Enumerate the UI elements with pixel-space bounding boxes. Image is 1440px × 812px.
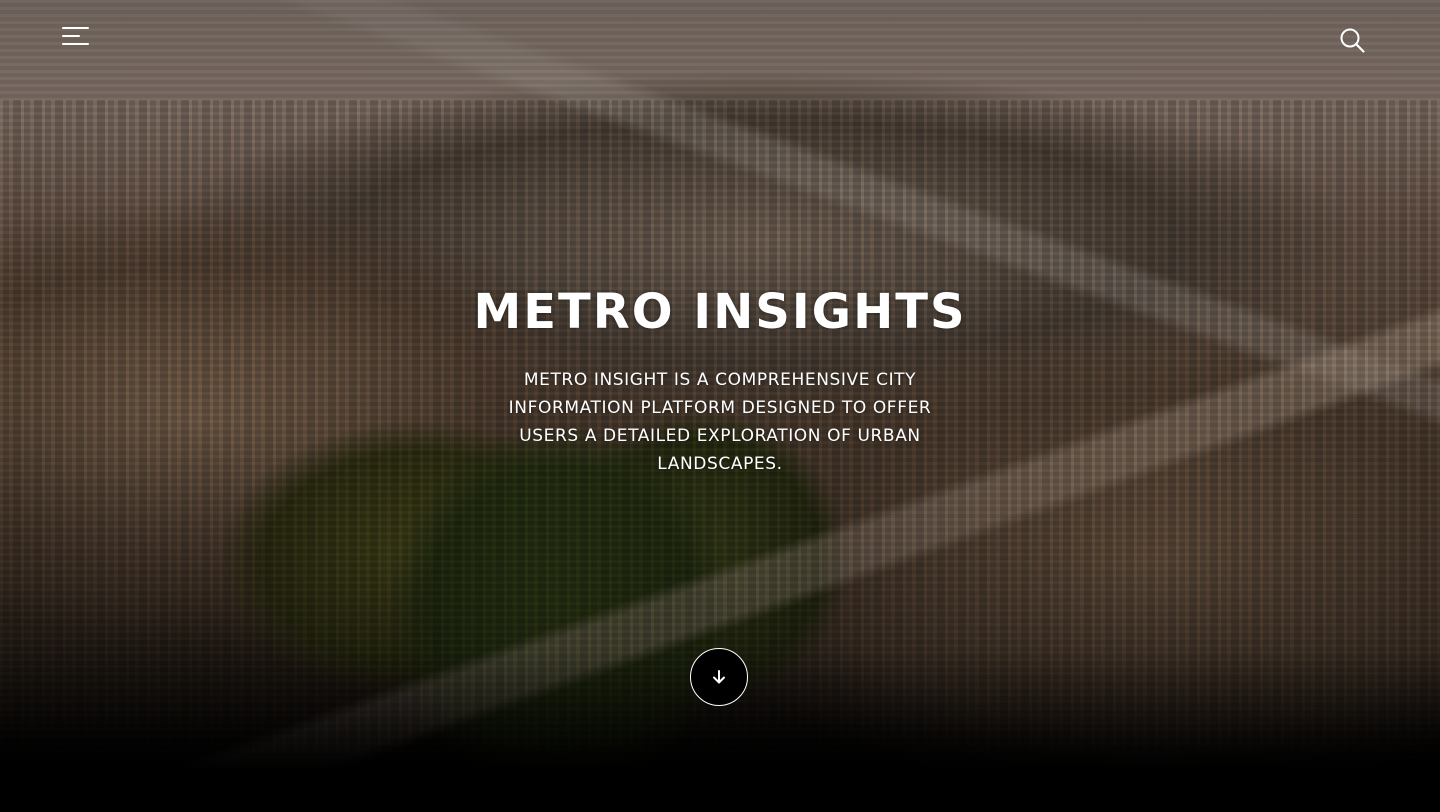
hero-subtitle: METRO INSIGHT IS A COMPREHENSIVE CITY IN…	[508, 370, 932, 474]
page-title: METRO INSIGHTS	[473, 284, 967, 340]
hero-section: METRO INSIGHTS METRO INSIGHT IS A COMPRE…	[0, 0, 1440, 812]
top-bar	[0, 0, 1440, 80]
hero-content: METRO INSIGHTS METRO INSIGHT IS A COMPRE…	[0, 280, 1440, 478]
arrow-down-icon	[713, 670, 725, 684]
search-icon-glyph	[1340, 28, 1365, 53]
menu-line	[62, 35, 80, 37]
menu-line	[62, 43, 89, 45]
scroll-down-button[interactable]	[690, 648, 748, 706]
hamburger-menu-icon[interactable]	[62, 27, 90, 47]
menu-line	[62, 27, 89, 29]
search-icon[interactable]	[1339, 27, 1367, 55]
